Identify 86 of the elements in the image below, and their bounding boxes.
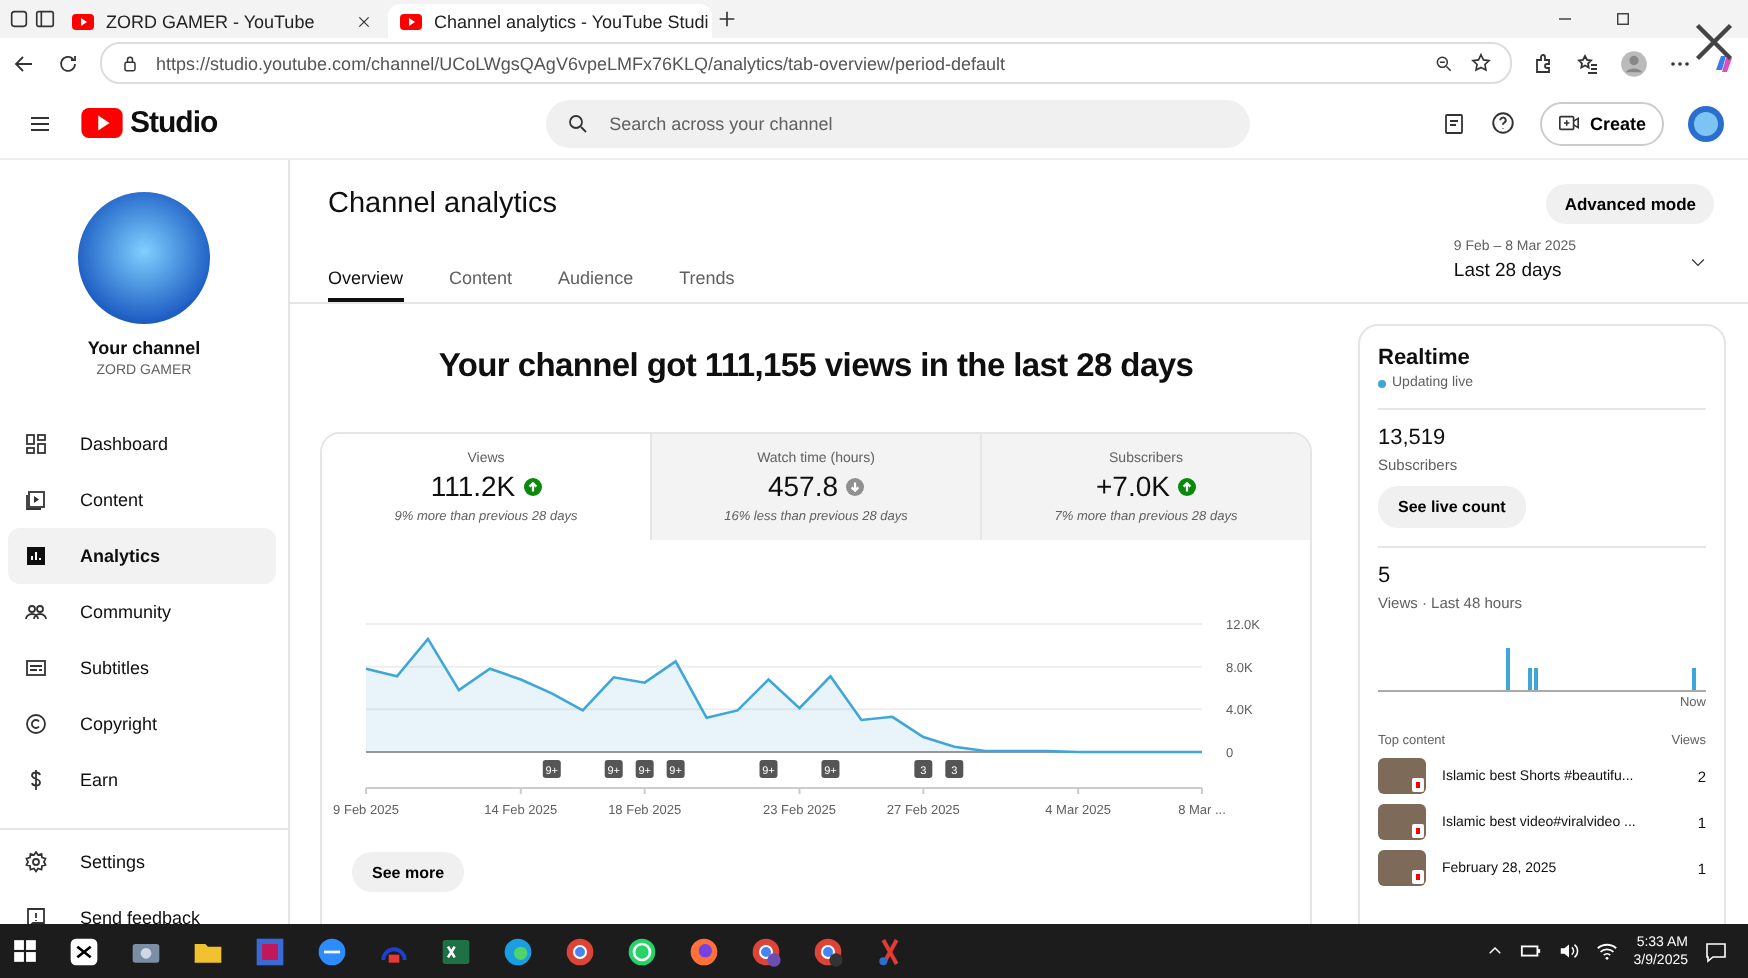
metric-value: 111.2K (430, 470, 516, 502)
feedback-icon[interactable] (1441, 111, 1466, 135)
views-count: 5 (1378, 564, 1393, 588)
sidebar-item[interactable]: Content (8, 472, 276, 528)
windows-icon[interactable] (12, 938, 38, 964)
star-icon[interactable] (1470, 52, 1492, 74)
tab-list-icon[interactable] (34, 8, 56, 30)
video-thumbnail (1378, 804, 1426, 840)
subscriber-count: 13,519 (1378, 426, 1448, 450)
sidebar-item[interactable]: Copyright (8, 696, 276, 752)
video-thumbnail (1378, 850, 1426, 886)
logo-text: Studio (130, 106, 218, 140)
menu-icon[interactable] (28, 111, 52, 135)
wifi-icon[interactable] (1595, 940, 1618, 962)
feedback-icon (24, 906, 48, 924)
speaker-icon[interactable] (1557, 940, 1580, 962)
sidebar-item[interactable]: Community (8, 584, 276, 640)
chevron-up-icon[interactable] (1485, 942, 1504, 960)
app-icon (688, 935, 720, 967)
tab[interactable]: Content (449, 260, 513, 302)
app-icon (502, 935, 534, 967)
card-title: Realtime (1378, 346, 1472, 370)
tab[interactable]: Overview (328, 260, 404, 302)
play-logo-icon (72, 13, 94, 29)
close-icon[interactable] (1692, 20, 1736, 64)
create-button[interactable]: Create (1539, 101, 1664, 145)
plus-icon[interactable] (716, 8, 738, 30)
avatar-icon (1688, 105, 1724, 141)
live-count-button[interactable]: See live count (1378, 486, 1526, 528)
app-icon (750, 935, 782, 967)
video-icon (24, 488, 48, 512)
search-bar[interactable]: Search across your channel (545, 99, 1250, 147)
browser-tab[interactable]: Channel analytics - YouTube Studi (388, 4, 712, 38)
add-video-icon (1557, 112, 1580, 134)
copyright-icon (24, 712, 48, 736)
app-icon (68, 935, 100, 967)
page-title: Channel analytics (328, 188, 559, 220)
browser-tab[interactable]: ZORD GAMER - YouTube (60, 4, 384, 38)
play-logo-icon (80, 108, 124, 138)
app-icon (316, 935, 348, 967)
see-more-button[interactable]: See more (352, 852, 465, 892)
url-text: https://studio.youtube.com/channel/UCoLWgsQAgV6vpeLMFx76KLQ/analytics/tab-overview/period-default (156, 53, 1008, 73)
channel-label: Your channel (87, 338, 201, 358)
help-icon[interactable] (1489, 110, 1516, 136)
address-bar[interactable]: https://studio.youtube.com/channel/UCoLWgsQAgV6vpeLMFx76KLQ/analytics/tab-overview/period-default (100, 42, 1512, 84)
zoom-out-icon[interactable] (1434, 53, 1454, 73)
headline: Your channel got 111,155 views in the last 28 days (438, 348, 1194, 386)
copilot-icon (1712, 51, 1736, 75)
play-logo-icon (400, 13, 422, 29)
profile-icon[interactable] (1620, 49, 1648, 77)
app-icon (440, 935, 472, 967)
subtitles-icon (24, 656, 48, 680)
advanced-mode-button[interactable]: Advanced mode (1546, 184, 1714, 224)
sidebar-item[interactable]: Settings (8, 834, 276, 890)
notification-icon[interactable] (1704, 939, 1728, 963)
sidebar-item[interactable]: Send feedback (8, 890, 276, 924)
period-selector[interactable]: Last 28 days (1453, 260, 1576, 282)
bar-chart-icon (24, 544, 48, 568)
live-dot-icon (1378, 379, 1386, 387)
app-icon (564, 935, 596, 967)
puzzle-icon[interactable] (1532, 51, 1556, 75)
battery-icon[interactable] (1519, 940, 1542, 962)
workspaces-icon (8, 8, 30, 30)
app-icon (812, 935, 844, 967)
search-icon (565, 111, 590, 135)
app-icon (254, 935, 286, 967)
search-field[interactable]: Search across your channel (609, 103, 1230, 143)
dashboard-icon (24, 432, 48, 456)
close-icon[interactable] (356, 13, 372, 29)
metric-value: 457.8 (767, 470, 839, 502)
tab[interactable]: Audience (558, 260, 634, 302)
maximize-icon[interactable] (1614, 10, 1632, 28)
video-thumbnail (1378, 758, 1426, 794)
sidebar-item[interactable]: Dashboard (8, 416, 276, 472)
sidebar-item[interactable]: Earn (8, 752, 276, 808)
people-icon (24, 600, 48, 624)
sidebar-item[interactable]: Subtitles (8, 640, 276, 696)
app-icon (626, 935, 658, 967)
tab[interactable]: Trends (679, 260, 735, 302)
sidebar-item[interactable]: Analytics (8, 528, 276, 584)
gear-icon (24, 850, 48, 874)
reload-icon[interactable] (56, 51, 80, 75)
lock-icon (120, 53, 140, 73)
favorites-icon[interactable] (1576, 51, 1600, 75)
metric-value: +7.0K (1096, 470, 1170, 502)
back-icon[interactable] (12, 51, 36, 75)
